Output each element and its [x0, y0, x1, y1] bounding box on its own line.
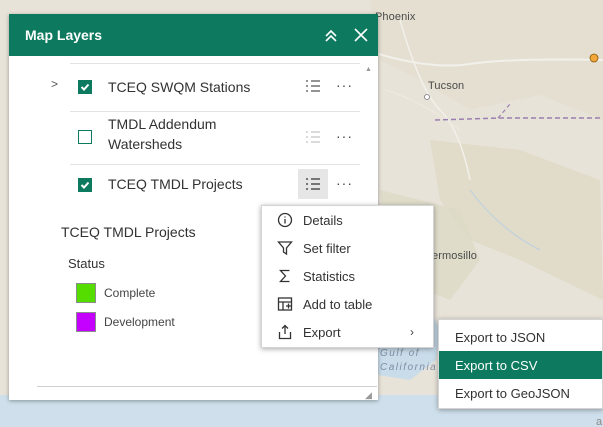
- filter-icon: [276, 239, 294, 257]
- scroll-up-arrow[interactable]: ▲: [365, 66, 372, 73]
- resize-grip-icon[interactable]: ◢: [365, 390, 372, 401]
- menu-label: Statistics: [303, 268, 356, 284]
- export-submenu: Export to JSON Export to CSV Export to G…: [438, 319, 603, 409]
- legend-list-icon[interactable]: [305, 129, 321, 145]
- menu-label: Details: [303, 212, 343, 228]
- menu-item-set-filter[interactable]: Set filter: [262, 234, 433, 262]
- map-label-california: California: [380, 362, 438, 373]
- row-divider: [70, 164, 360, 165]
- menu-item-add-to-table[interactable]: Add to table: [262, 290, 433, 318]
- more-options-icon[interactable]: ···: [336, 128, 353, 144]
- export-icon: [276, 323, 294, 341]
- legend-item-complete: Complete: [76, 283, 155, 303]
- menu-label: Add to table: [303, 296, 373, 312]
- legend-swatch: [76, 283, 96, 303]
- layer-context-menu: Details Set filter Statistics Add to tab…: [261, 205, 434, 348]
- expand-arrow-icon[interactable]: >: [51, 77, 58, 91]
- layer-checkbox-swqm[interactable]: [78, 80, 92, 94]
- menu-label: Set filter: [303, 240, 351, 256]
- menu-item-statistics[interactable]: Statistics: [262, 262, 433, 290]
- panel-header: Map Layers: [9, 14, 378, 56]
- add-table-icon: [276, 295, 294, 313]
- menu-item-details[interactable]: Details: [262, 206, 433, 234]
- layer-title-addendum[interactable]: TMDL Addendum Watersheds: [108, 114, 278, 154]
- map-label-tucson: Tucson: [428, 80, 465, 92]
- legend-list-icon[interactable]: [305, 78, 321, 94]
- double-chevron-up-icon: [325, 29, 337, 42]
- menu-item-export[interactable]: Export ›: [262, 318, 433, 346]
- row-divider: [70, 111, 360, 112]
- check-icon: [80, 83, 90, 91]
- check-icon: [80, 181, 90, 189]
- more-options-icon[interactable]: ···: [336, 77, 353, 93]
- layer-title-swqm[interactable]: TCEQ SWQM Stations: [108, 77, 278, 97]
- legend-layer-title: TCEQ TMDL Projects: [61, 224, 196, 240]
- close-icon: [354, 28, 368, 42]
- panel-title: Map Layers: [25, 27, 103, 43]
- map-label-edge: a: [596, 416, 603, 427]
- row-divider: [70, 63, 360, 64]
- export-to-csv-option[interactable]: Export to CSV: [439, 351, 602, 379]
- sigma-icon: [276, 267, 294, 285]
- menu-label: Export: [303, 324, 341, 340]
- layer-title-tmdl-projects[interactable]: TCEQ TMDL Projects: [108, 174, 278, 194]
- legend-item-development: Development: [76, 312, 175, 332]
- map-label-gulf: Gulf of: [380, 348, 420, 359]
- close-button[interactable]: [348, 22, 374, 48]
- collapse-button[interactable]: [318, 22, 344, 48]
- chevron-right-icon: ›: [410, 325, 414, 339]
- panel-bottom-rule: [37, 386, 377, 387]
- legend-label: Complete: [104, 286, 156, 300]
- layer-checkbox-addendum[interactable]: [78, 130, 92, 144]
- map-label-phoenix: Phoenix: [375, 11, 416, 23]
- legend-list-button-active[interactable]: [298, 169, 328, 199]
- legend-field-name: Status: [68, 256, 105, 271]
- more-options-icon[interactable]: ···: [336, 175, 353, 191]
- legend-label: Development: [104, 315, 175, 329]
- legend-list-icon: [306, 178, 320, 190]
- legend-swatch: [76, 312, 96, 332]
- info-icon: [276, 211, 294, 229]
- export-to-json-option[interactable]: Export to JSON: [439, 323, 602, 351]
- export-to-geojson-option[interactable]: Export to GeoJSON: [439, 379, 602, 407]
- layer-checkbox-tmdl-projects[interactable]: [78, 178, 92, 192]
